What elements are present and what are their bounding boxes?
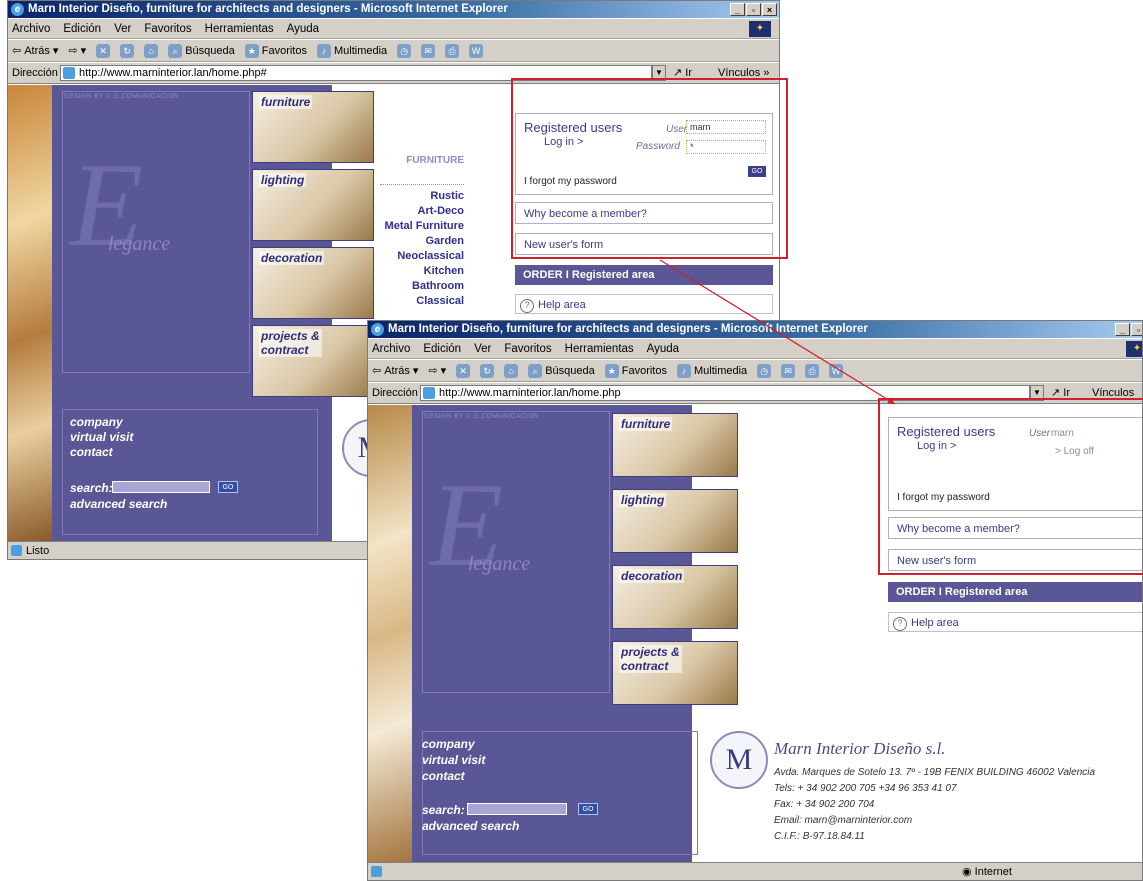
annotation-arrow bbox=[659, 259, 896, 405]
arrow-line bbox=[659, 259, 896, 405]
